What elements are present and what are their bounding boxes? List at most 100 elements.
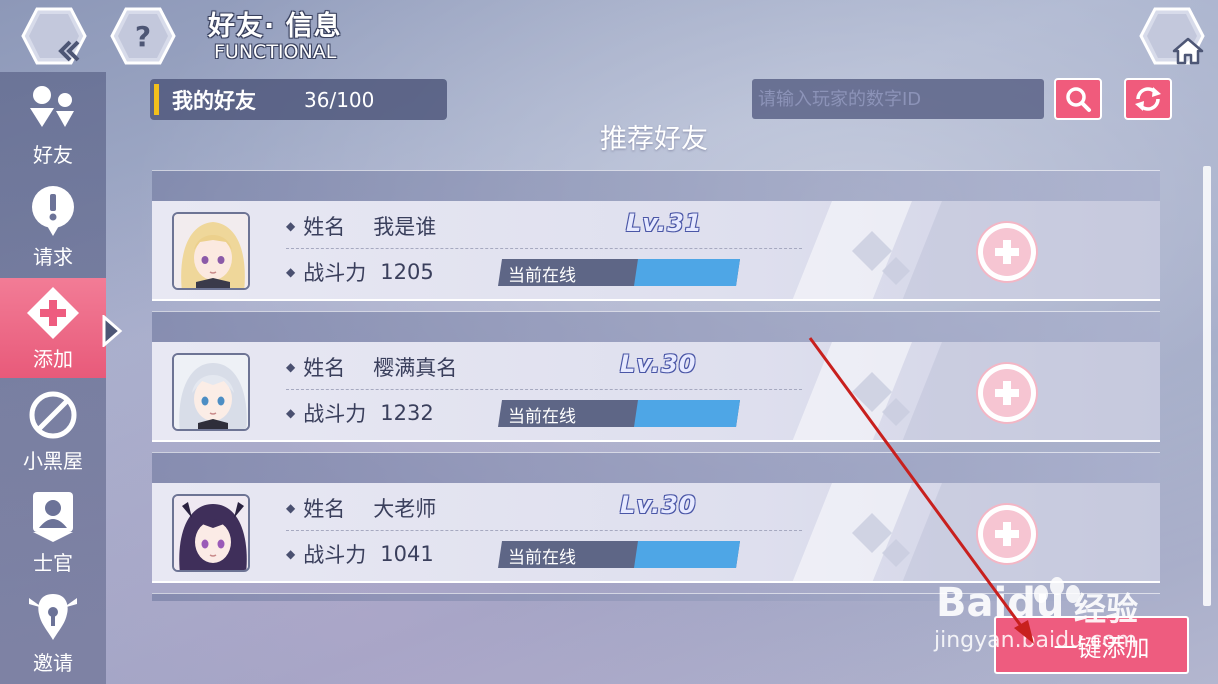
home-button[interactable]: [1139, 7, 1205, 65]
card-header-strip: [152, 452, 1160, 483]
name-row: ◆ 姓名 樱满真名: [286, 352, 457, 382]
watermark-brand: Baidu: [936, 580, 1064, 626]
watermark-cn: 经验: [1074, 590, 1139, 628]
diamond-bullet-icon: ◆: [286, 547, 296, 561]
diamond-bullet-icon: ◆: [286, 501, 296, 515]
sidebar-item-label: 请求: [33, 244, 73, 269]
active-tab-arrow-icon: [102, 315, 123, 347]
diamond-bullet-icon: ◆: [286, 265, 296, 279]
card-body: ◆ 姓名 大老师 Lv.30 ◆ 战斗力 1041 当前在线: [152, 483, 1160, 583]
my-friends-count: 36/100: [304, 87, 375, 112]
sidebar-item-friends[interactable]: 好友: [0, 74, 106, 174]
section-title: 推荐好友: [600, 124, 708, 155]
online-status-bar: 当前在线: [498, 400, 740, 427]
card-header-strip: [152, 170, 1160, 201]
sidebar-item-label: 小黑屋: [23, 448, 83, 473]
name-label: 姓名: [303, 356, 346, 380]
online-status-text: 当前在线: [508, 266, 576, 286]
name-label: 姓名: [303, 215, 346, 239]
row-divider: [286, 530, 802, 531]
diamond-bullet-icon: ◆: [286, 219, 296, 233]
search-icon: [1066, 87, 1091, 112]
player-power: 1041: [380, 542, 434, 566]
refresh-icon: [1135, 87, 1161, 111]
plus-icon: [995, 381, 1019, 405]
card-header-strip: [152, 311, 1160, 342]
player-name: 我是谁: [373, 215, 437, 239]
page-title: 好友· 信息 FUNCTIONAL: [208, 4, 342, 63]
sidebar-item-label: 士官: [33, 550, 73, 575]
sidebar-item-add[interactable]: 添加: [0, 278, 106, 378]
avatar: [172, 212, 250, 290]
power-label: 战斗力: [303, 543, 367, 567]
power-row: ◆ 战斗力 1041: [286, 539, 434, 569]
back-button[interactable]: [21, 7, 87, 65]
name-row: ◆ 姓名 大老师: [286, 493, 436, 523]
sidebar-item-label: 好友: [33, 142, 73, 167]
officer-icon: [25, 489, 81, 545]
row-divider: [286, 248, 802, 249]
player-power: 1205: [380, 260, 434, 284]
card-decoration: [792, 483, 1160, 581]
player-power: 1232: [380, 401, 434, 425]
sidebar: 好友 请求 添加 小黑屋 士官 邀请: [0, 72, 106, 684]
row-divider: [286, 389, 802, 390]
player-level: Lv.30: [620, 491, 697, 519]
add-friend-button[interactable]: [978, 364, 1036, 422]
name-label: 姓名: [303, 497, 346, 521]
sidebar-item-label: 邀请: [33, 650, 73, 675]
watermark-brand-bai: Bai: [936, 580, 1008, 626]
card-decoration: [792, 342, 1160, 440]
top-bar: ? 好友· 信息 FUNCTIONAL: [0, 0, 1218, 72]
sidebar-item-label: 添加: [33, 346, 73, 371]
card-decoration: [792, 201, 1160, 299]
help-button[interactable]: ?: [110, 7, 176, 65]
add-icon: [25, 285, 81, 341]
avatar: [172, 494, 250, 572]
plus-icon: [995, 522, 1019, 546]
name-row: ◆ 姓名 我是谁: [286, 211, 436, 241]
diamond-bullet-icon: ◆: [286, 406, 296, 420]
player-level: Lv.30: [620, 350, 697, 378]
online-status-text: 当前在线: [508, 548, 576, 568]
diamond-bullet-icon: ◆: [286, 360, 296, 374]
title-cn: 好友· 信息: [208, 11, 342, 42]
friends-icon: [25, 81, 81, 137]
player-card: ◆ 姓名 大老师 Lv.30 ◆ 战斗力 1041 当前在线: [152, 452, 1160, 583]
invite-icon: [25, 589, 81, 645]
power-label: 战斗力: [303, 402, 367, 426]
accent-bar: [154, 84, 159, 115]
player-name: 大老师: [373, 497, 437, 521]
player-id-search-input[interactable]: [752, 79, 1044, 119]
title-en: FUNCTIONAL: [214, 41, 337, 63]
sidebar-item-invite[interactable]: 邀请: [0, 582, 106, 682]
online-status-bar: 当前在线: [498, 541, 740, 568]
add-button-inner: [983, 369, 1031, 417]
search-button[interactable]: [1054, 78, 1102, 120]
add-button-inner: [983, 510, 1031, 558]
card-body: ◆ 姓名 樱满真名 Lv.30 ◆ 战斗力 1232 当前在线: [152, 342, 1160, 442]
player-level: Lv.31: [626, 209, 703, 237]
sidebar-item-blacklist[interactable]: 小黑屋: [0, 380, 106, 480]
sidebar-item-officer[interactable]: 士官: [0, 482, 106, 582]
player-card: ◆ 姓名 樱满真名 Lv.30 ◆ 战斗力 1232 当前在线: [152, 311, 1160, 442]
add-friend-button[interactable]: [978, 223, 1036, 281]
card-body: ◆ 姓名 我是谁 Lv.31 ◆ 战斗力 1205 当前在线: [152, 201, 1160, 301]
sidebar-item-requests[interactable]: 请求: [0, 176, 106, 276]
online-status-bar: 当前在线: [498, 259, 740, 286]
question-icon: ?: [134, 19, 152, 53]
refresh-button[interactable]: [1124, 78, 1172, 120]
online-status-text: 当前在线: [508, 407, 576, 427]
list-scrollbar[interactable]: [1203, 166, 1211, 606]
block-icon: [25, 387, 81, 443]
power-row: ◆ 战斗力 1205: [286, 257, 434, 287]
my-friends-label: 我的好友: [172, 88, 256, 113]
add-button-inner: [983, 228, 1031, 276]
add-friend-button[interactable]: [978, 505, 1036, 563]
player-card: ◆ 姓名 我是谁 Lv.31 ◆ 战斗力 1205 当前在线: [152, 170, 1160, 301]
player-name: 樱满真名: [373, 356, 458, 380]
exclamation-icon: [25, 183, 81, 239]
plus-icon: [995, 240, 1019, 264]
my-friends-summary: 我的好友 36/100: [150, 79, 447, 120]
watermark-brand-du: du: [1007, 580, 1065, 626]
